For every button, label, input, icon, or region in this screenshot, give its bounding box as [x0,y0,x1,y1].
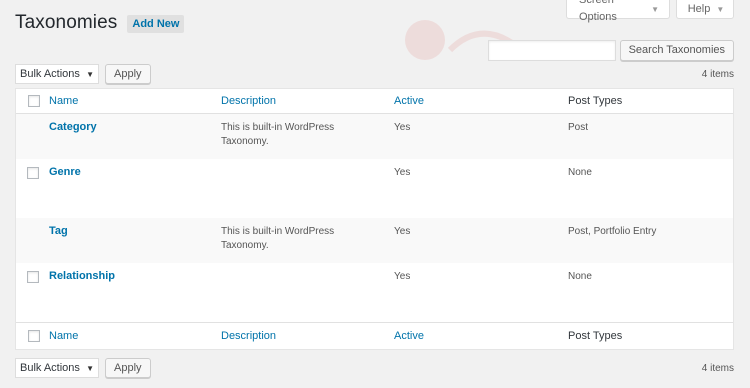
bulk-actions-select-bottom[interactable]: Bulk Actions ▼ [15,358,99,378]
tablenav-top: Bulk Actions ▼ Apply 4 items [15,64,734,84]
taxonomy-name-link[interactable]: Tag [49,225,68,237]
taxonomy-post-types: Post, Portfolio Entry [568,226,657,237]
bulk-actions-value: Bulk Actions [20,68,80,80]
tablenav-bottom: Bulk Actions ▼ Apply 4 items [15,358,734,378]
table-row: Category This is built-in WordPress Taxo… [16,114,733,159]
select-all-checkbox-footer[interactable] [27,330,40,342]
items-count: 4 items [701,68,734,80]
taxonomy-active: Yes [394,271,411,282]
search-input[interactable] [487,40,616,61]
page-title: Taxonomies [15,12,118,33]
taxonomy-description: This is built-in WordPress Taxonomy. [221,226,335,251]
taxonomy-active: Yes [394,122,411,133]
bulk-actions-value: Bulk Actions [20,362,80,374]
select-all-checkbox[interactable] [27,95,40,107]
caret-down-icon: ▼ [86,69,94,79]
help-button[interactable]: Help ▼ [676,0,734,19]
table-header: Name Description Active Post Types [16,89,733,114]
taxonomy-active: Yes [394,167,411,178]
taxonomy-description: This is built-in WordPress Taxonomy. [221,122,335,147]
screen-options-button[interactable]: Screen Options ▼ [566,0,670,23]
row-checkbox[interactable] [26,271,39,283]
bulk-actions-select[interactable]: Bulk Actions ▼ [15,64,99,84]
row-checkbox[interactable] [26,167,39,179]
title-row: Taxonomies Add New [15,12,185,34]
taxonomy-name-link[interactable]: Relationship [49,270,115,282]
apply-button[interactable]: Apply [105,64,151,84]
taxonomy-active: Yes [394,226,411,237]
taxonomy-name-link[interactable]: Genre [49,166,81,178]
apply-button-bottom[interactable]: Apply [105,358,151,378]
add-new-button[interactable]: Add New [127,15,185,33]
caret-down-icon: ▼ [86,363,94,373]
help-label: Help [687,2,711,15]
taxonomy-post-types: None [568,271,592,282]
taxonomy-post-types: Post [568,122,589,133]
search-box: Search Taxonomies [487,40,734,61]
screen-meta-links: Screen Options ▼ Help ▼ [566,0,734,23]
column-footer-description[interactable]: Description [221,330,276,342]
table-footer: Name Description Active Post Types [16,322,733,349]
column-footer-active[interactable]: Active [394,330,424,342]
column-footer-name[interactable]: Name [49,330,78,342]
taxonomy-name-link[interactable]: Category [49,121,97,133]
column-header-active[interactable]: Active [394,95,424,107]
table-row: Tag This is built-in WordPress Taxonomy.… [16,218,733,263]
screen-options-label: Screen Options [579,0,617,23]
search-taxonomies-button[interactable]: Search Taxonomies [619,40,734,61]
chevron-down-icon: ▼ [651,4,659,14]
column-header-description[interactable]: Description [221,95,276,107]
column-header-name[interactable]: Name [49,95,78,107]
items-count-bottom: 4 items [701,362,734,374]
column-header-post-types: Post Types [568,95,623,107]
table-row: Genre Yes None [16,159,733,218]
column-footer-post-types: Post Types [568,330,623,342]
table-row: Relationship Yes None [16,263,733,323]
taxonomy-post-types: None [568,167,592,178]
chevron-down-icon: ▼ [716,4,725,14]
taxonomies-table: Name Description Active Post Types Categ… [15,88,734,350]
